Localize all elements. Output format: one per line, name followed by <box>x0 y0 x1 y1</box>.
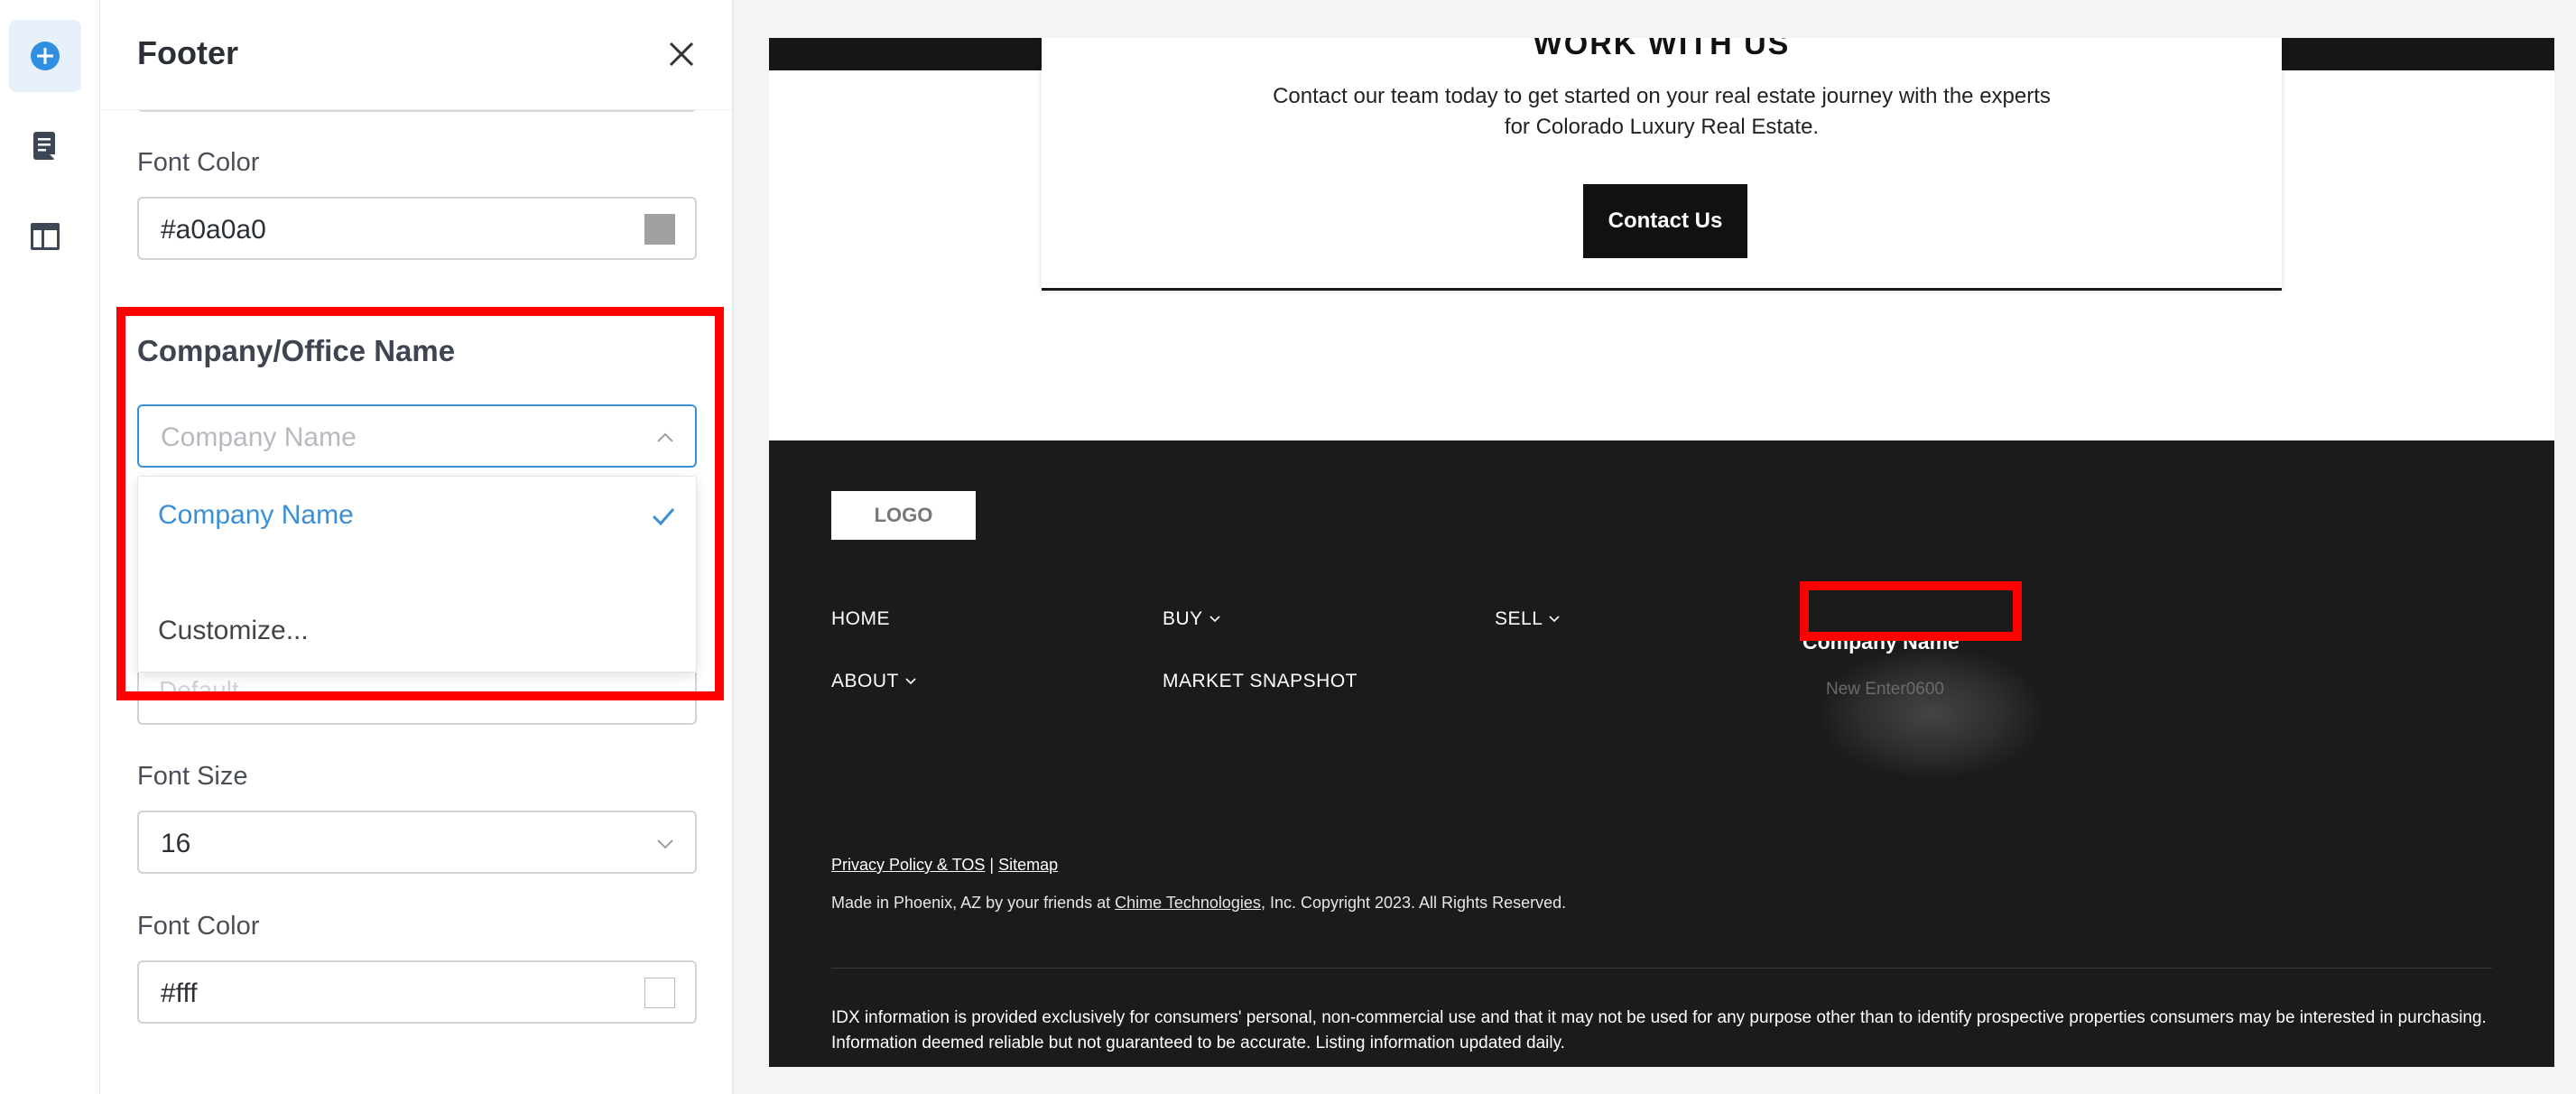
footer-logo[interactable]: LOGO <box>831 491 976 540</box>
company-custom-field[interactable]: Default <box>137 672 697 725</box>
company-dropdown-menu: Company Name Customize... <box>137 476 697 672</box>
page-preview: WORK WITH US Contact our team today to g… <box>769 38 2554 1067</box>
font-color-field[interactable]: #a0a0a0 <box>137 197 697 260</box>
chevron-down-icon <box>1209 616 1220 623</box>
chevron-down-icon <box>1549 616 1560 623</box>
color-swatch[interactable] <box>644 214 675 245</box>
color-swatch-2[interactable] <box>644 978 675 1008</box>
pages-button[interactable] <box>9 110 81 182</box>
company-section-title: Company/Office Name <box>137 334 456 367</box>
nav-sell-label: SELL <box>1495 608 1543 629</box>
blurred-text: New Enter0600 <box>1826 680 1944 699</box>
plus-circle-icon <box>31 42 60 70</box>
font-color-label-2: Font Color <box>137 912 260 941</box>
option-company-name[interactable]: Company Name <box>158 500 354 531</box>
nav-market-snapshot[interactable]: MARKET SNAPSHOT <box>1163 671 1357 692</box>
chevron-down-icon <box>657 839 673 849</box>
copyright-line: Made in Phoenix, AZ by your friends at C… <box>831 894 1566 913</box>
blurred-contact-info <box>1823 650 2040 776</box>
company-name-select[interactable]: Company Name <box>137 404 697 468</box>
option-customize[interactable]: Customize... <box>158 616 309 646</box>
chevron-up-icon <box>657 432 673 442</box>
font-size-value: 16 <box>161 829 191 858</box>
nav-buy-label: BUY <box>1163 608 1203 629</box>
privacy-link[interactable]: Privacy Policy & TOS <box>831 856 985 874</box>
font-color-value: #a0a0a0 <box>161 215 266 245</box>
nav-buy[interactable]: BUY <box>1163 608 1221 630</box>
made-prefix: Made in Phoenix, AZ by your friends at <box>831 894 1116 912</box>
idx-disclaimer: IDX information is provided exclusively … <box>831 1008 2487 1052</box>
font-color-label: Font Color <box>137 148 260 177</box>
company-select-placeholder: Company Name <box>161 422 357 452</box>
page-icon <box>33 132 55 160</box>
nav-home[interactable]: HOME <box>831 608 890 630</box>
font-color-field-2[interactable]: #fff <box>137 960 697 1024</box>
footer-divider <box>831 968 2492 969</box>
work-with-us-card: WORK WITH US Contact our team today to g… <box>1042 38 2282 291</box>
close-icon <box>669 42 694 67</box>
made-suffix: , Inc. Copyright 2023. All Rights Reserv… <box>1260 894 1567 912</box>
check-icon <box>652 508 675 526</box>
footer-company-name: Company Name <box>1802 630 1960 654</box>
chevron-down-icon <box>905 678 916 685</box>
link-separator: | <box>989 856 995 874</box>
close-button[interactable] <box>665 38 698 70</box>
nav-sell[interactable]: SELL <box>1495 608 1561 630</box>
sitemap-link[interactable]: Sitemap <box>998 856 1058 874</box>
add-section-button[interactable] <box>9 20 81 92</box>
icon-rail <box>0 0 100 1094</box>
font-size-label: Font Size <box>137 762 248 791</box>
layout-icon <box>31 223 60 250</box>
layout-button[interactable] <box>9 200 81 273</box>
chime-link[interactable]: Chime Technologies <box>1115 894 1261 912</box>
custom-field-ghost-text: Default <box>159 676 239 704</box>
panel-title: Footer <box>137 34 238 71</box>
font-color-value-2: #fff <box>161 978 198 1008</box>
nav-home-label: HOME <box>831 608 890 629</box>
footer: LOGO HOME BUY SELL ABOUT MARKET SNAPSHOT… <box>769 440 2554 1067</box>
card-heading: WORK WITH US <box>1533 38 1791 61</box>
settings-panel: Footer Font Color #a0a0a0 Company/Office… <box>100 0 734 1094</box>
nav-market-snapshot-label: MARKET SNAPSHOT <box>1163 671 1357 691</box>
contact-us-button[interactable]: Contact Us <box>1583 184 1747 258</box>
card-text: Contact our team today to get started on… <box>1273 84 2051 139</box>
font-size-select[interactable]: 16 <box>137 811 697 874</box>
nav-about[interactable]: ABOUT <box>831 671 917 692</box>
footer-links: Privacy Policy & TOS | Sitemap <box>831 856 1058 875</box>
panel-header: Footer <box>100 0 732 110</box>
nav-about-label: ABOUT <box>831 671 899 691</box>
